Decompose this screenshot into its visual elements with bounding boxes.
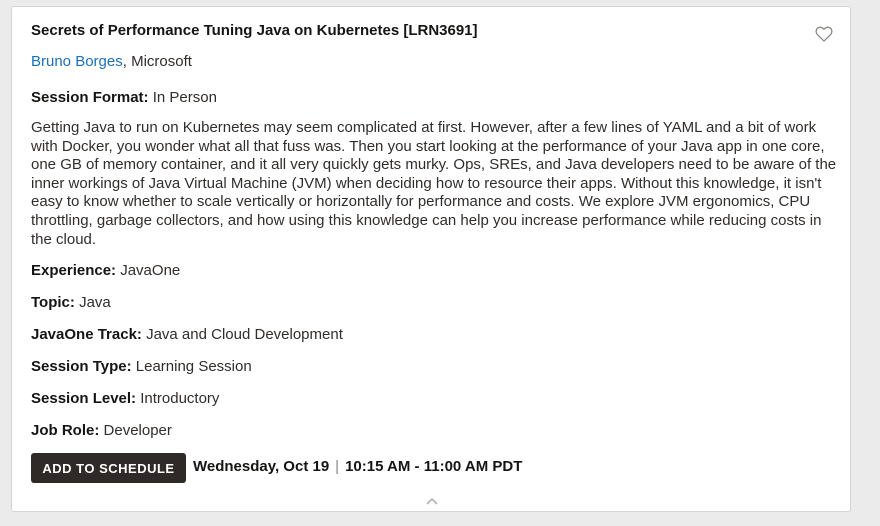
field-value: JavaOne [120, 262, 181, 279]
field-value: Java [79, 294, 111, 311]
session-date: Wednesday, Oct 19 [193, 458, 330, 475]
session-level-row: Session Level: Introductory [31, 390, 219, 407]
session-card: Secrets of Performance Tuning Java on Ku… [11, 6, 851, 512]
field-label: Session Type: [31, 358, 132, 375]
session-type-row: Session Type: Learning Session [31, 358, 252, 375]
experience-row: Experience: JavaOne [31, 262, 180, 279]
add-to-schedule-button[interactable]: ADD TO SCHEDULE [31, 453, 186, 483]
heart-outline-icon[interactable] [814, 24, 834, 44]
chevron-up-icon[interactable] [425, 494, 439, 506]
field-label: Topic: [31, 294, 75, 311]
session-time-range: 10:15 AM - 11:00 AM PDT [345, 458, 523, 475]
session-format-label: Session Format: [31, 89, 149, 106]
field-value: Learning Session [135, 358, 252, 375]
track-row: JavaOne Track: Java and Cloud Developmen… [31, 326, 343, 343]
session-format-value: In Person [152, 89, 217, 106]
session-description: Getting Java to run on Kubernetes may se… [31, 119, 837, 248]
time-separator: | [335, 458, 340, 475]
field-label: Session Level: [31, 390, 137, 407]
field-value: Developer [103, 422, 172, 439]
speaker-link[interactable]: Bruno Borges [31, 53, 123, 70]
session-time: Wednesday, Oct 19 | 10:15 AM - 11:00 AM PD… [193, 458, 522, 475]
field-label: JavaOne Track: [31, 326, 142, 343]
field-label: Experience: [31, 262, 117, 279]
session-format-row: Session Format: In Person [31, 89, 217, 106]
field-value: Java and Cloud Development [146, 326, 343, 343]
speaker-org: , Microsoft [122, 53, 192, 70]
field-label: Job Role: [31, 422, 100, 439]
session-title: Secrets of Performance Tuning Java on Ku… [31, 22, 478, 39]
job-role-row: Job Role: Developer [31, 422, 172, 439]
speaker-line: Bruno Borges, Microsoft [31, 53, 192, 70]
field-value: Introductory [140, 390, 220, 407]
topic-row: Topic: Java [31, 294, 111, 311]
